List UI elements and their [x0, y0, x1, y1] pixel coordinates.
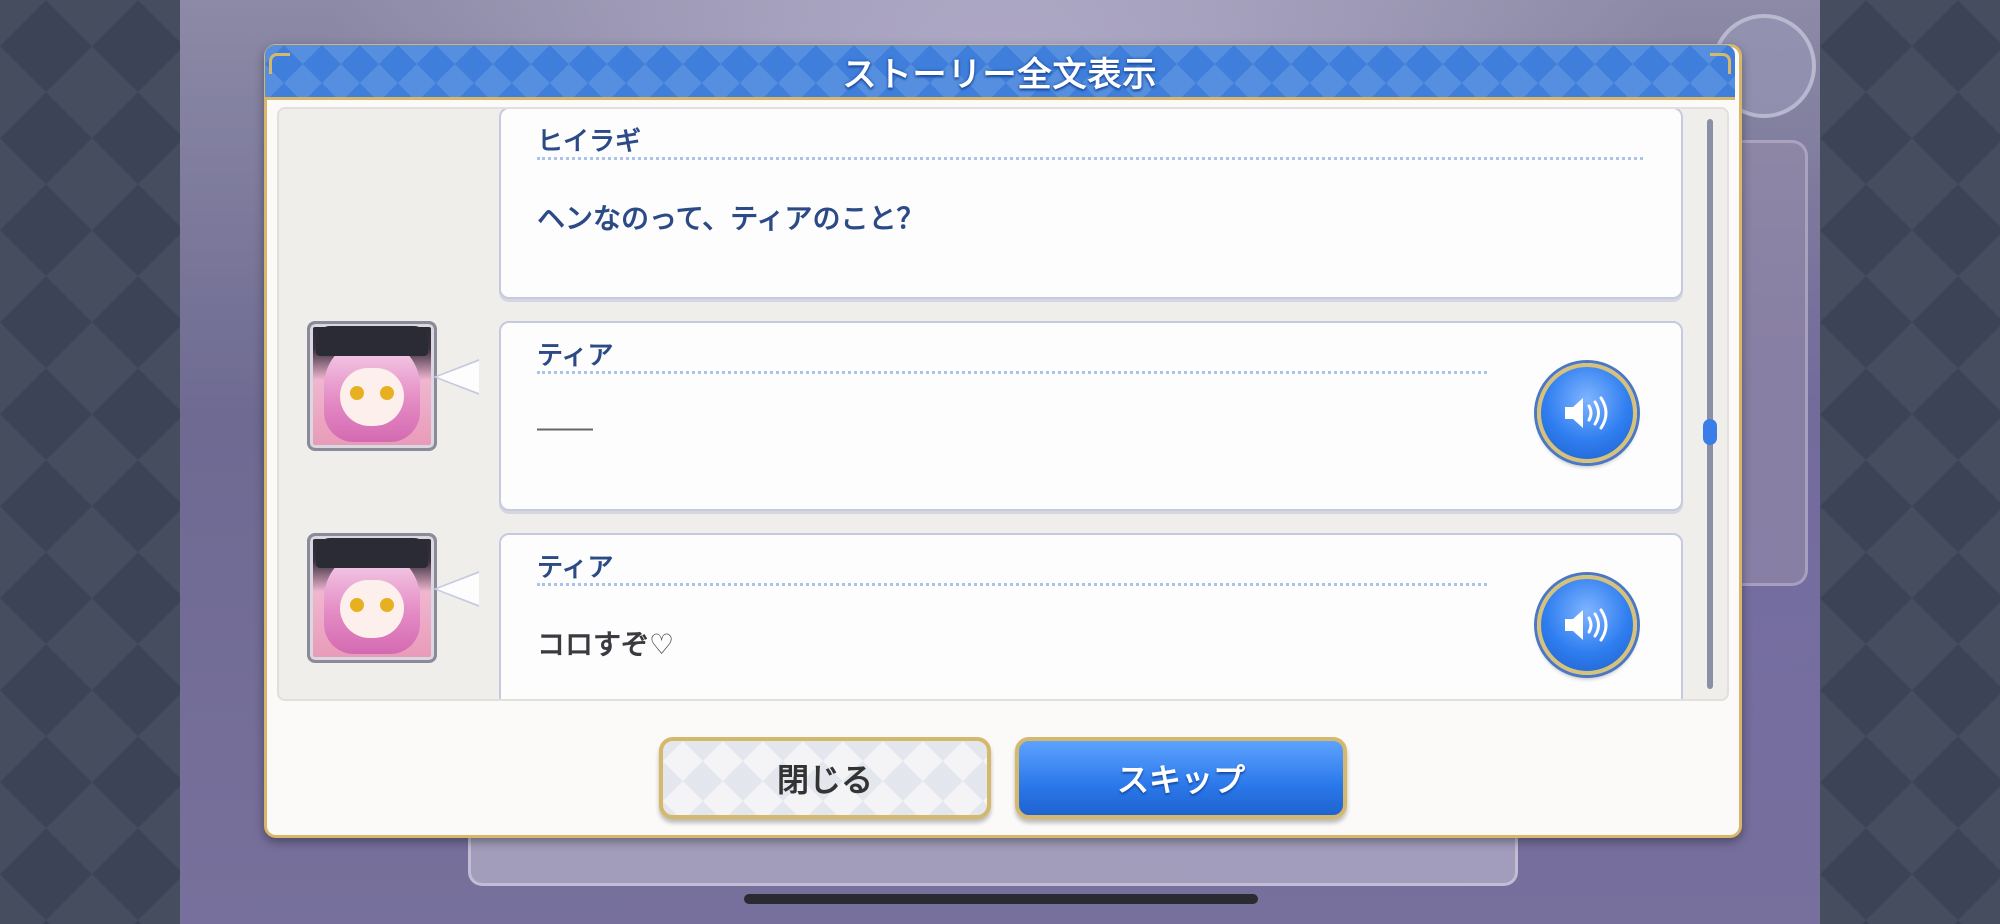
skip-button[interactable]: スキップ	[1015, 737, 1347, 819]
scrollbar-thumb[interactable]	[1703, 419, 1717, 445]
story-log-list[interactable]: ヒイラギ ヘンなのって、ティアのこと？ ティア ―― ティア コロすぞ♡	[277, 107, 1729, 701]
dialogue-text: ――	[537, 411, 593, 444]
dialog-header: ストーリー全文表示	[265, 45, 1735, 100]
corner-ornament	[1710, 53, 1731, 74]
story-log-dialog: ストーリー全文表示 ヒイラギ ヘンなのって、ティアのこと？ ティア ―― ティア…	[264, 44, 1742, 838]
dialogue-text: コロすぞ♡	[537, 628, 675, 661]
speaker-volume-icon	[1565, 396, 1608, 430]
speaker-name: ティア	[537, 553, 614, 583]
dialog-title: ストーリー全文表示	[842, 54, 1158, 95]
dialogue-bubble: ティア コロすぞ♡	[499, 533, 1683, 699]
left-pillar	[0, 0, 180, 924]
divider	[537, 157, 1643, 160]
bubble-tail-inner	[437, 361, 479, 393]
dialogue-bubble: ヒイラギ ヘンなのって、ティアのこと？	[499, 109, 1683, 299]
dialogue-bubble: ティア ――	[499, 321, 1683, 511]
speaker-name: ティア	[537, 341, 614, 371]
divider	[537, 371, 1487, 374]
close-button[interactable]: 閉じる	[659, 737, 991, 819]
corner-ornament	[269, 53, 290, 74]
voice-play-button[interactable]	[1537, 575, 1637, 675]
speaker-volume-icon	[1565, 608, 1608, 642]
bubble-tail-inner	[437, 573, 479, 605]
list-item: ヒイラギ ヘンなのって、ティアのこと？	[279, 109, 1727, 305]
divider	[537, 583, 1487, 586]
character-portrait	[307, 321, 437, 451]
home-indicator[interactable]	[744, 894, 1258, 904]
speaker-name: ヒイラギ	[537, 127, 642, 157]
list-item: ティア ――	[279, 321, 1727, 517]
scrollbar-track[interactable]	[1707, 119, 1713, 689]
right-pillar	[1820, 0, 2000, 924]
character-portrait	[307, 533, 437, 663]
voice-play-button[interactable]	[1537, 363, 1637, 463]
list-item: ティア コロすぞ♡	[279, 533, 1727, 699]
dialogue-text: ヘンなのって、ティアのこと？	[537, 202, 925, 235]
